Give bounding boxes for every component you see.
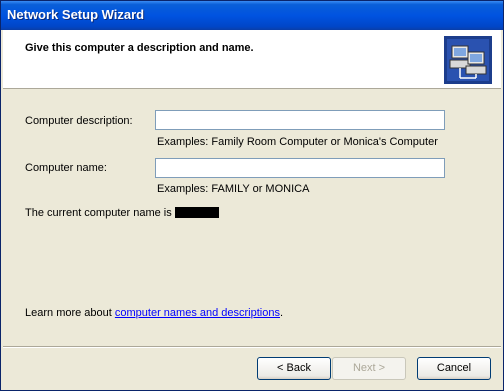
network-computers-icon <box>444 36 492 84</box>
name-field[interactable] <box>155 158 445 178</box>
wizard-header: Give this computer a description and nam… <box>3 30 501 89</box>
computer-names-link[interactable]: computer names and descriptions <box>115 307 280 319</box>
wizard-window: Network Setup Wizard Give this computer … <box>0 0 504 391</box>
learn-more-prefix: Learn more about <box>25 307 115 319</box>
page-title: Give this computer a description and nam… <box>25 42 254 54</box>
current-name-line: The current computer name is <box>25 207 219 219</box>
description-hint: Examples: Family Room Computer or Monica… <box>157 136 438 148</box>
description-field[interactable] <box>155 110 445 130</box>
learn-more-line: Learn more about computer names and desc… <box>25 307 283 319</box>
button-divider <box>3 346 501 348</box>
redacted-computer-name <box>174 207 219 218</box>
current-name-text: The current computer name is <box>25 207 172 219</box>
window-title: Network Setup Wizard <box>7 7 145 22</box>
title-bar[interactable]: Network Setup Wizard <box>1 1 503 30</box>
back-button[interactable]: < Back <box>257 357 331 380</box>
name-hint: Examples: FAMILY or MONICA <box>157 183 310 195</box>
next-button[interactable]: Next > <box>332 357 406 380</box>
description-label: Computer description: <box>25 115 133 127</box>
cancel-button[interactable]: Cancel <box>417 357 491 380</box>
learn-more-suffix: . <box>279 307 284 319</box>
name-label: Computer name: <box>25 162 107 174</box>
